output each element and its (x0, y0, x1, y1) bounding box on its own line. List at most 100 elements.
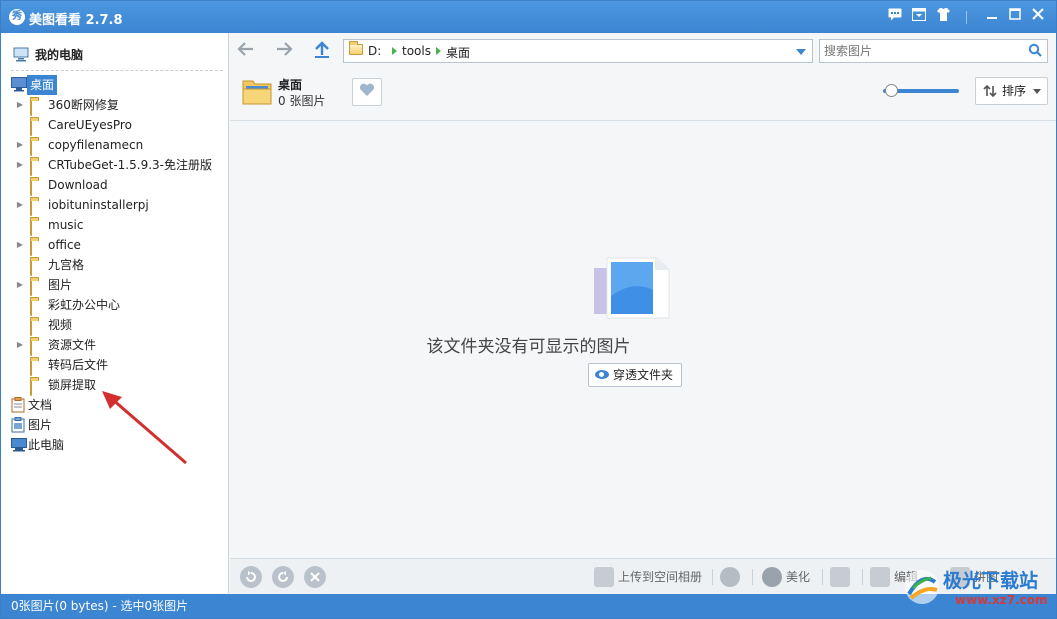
pictures-icon (11, 417, 27, 433)
feedback-icon[interactable] (910, 8, 928, 26)
address-segment[interactable]: tools (402, 44, 431, 58)
expand-arrow-icon[interactable]: ▶ (15, 195, 25, 215)
sort-label: 排序 (1002, 84, 1027, 98)
tree-item-download[interactable]: Download (1, 175, 229, 196)
beautify-icon (762, 567, 782, 587)
rotate-right-icon (278, 571, 288, 582)
search-icon[interactable] (1028, 43, 1042, 57)
watermark-url: www.xz7.com (955, 593, 1048, 607)
folder-icon (30, 258, 46, 276)
rotate-left-icon (246, 571, 256, 582)
title-bar: 秀 美图看看 2.7.8 (1, 1, 1056, 33)
tree-item-pictures-folder[interactable]: ▶ 图片 (1, 275, 229, 296)
tree-item-label: office (48, 238, 81, 252)
back-button[interactable] (234, 39, 258, 63)
expand-arrow-icon[interactable]: ▶ (15, 335, 25, 355)
folder-sidebar: 我的电脑 桌面 ▶ 360断网修复 CareUEyesPro ▶ copyfil… (1, 33, 229, 593)
tree-item-label: copyfilenamecn (48, 138, 144, 152)
folder-icon (30, 318, 46, 336)
folder-icon (30, 238, 46, 256)
zoom-slider[interactable] (883, 84, 959, 97)
expand-arrow-icon[interactable]: ▶ (15, 275, 25, 295)
delete-icon (310, 572, 320, 582)
image-grid-area[interactable]: 该文件夹没有可显示的图片 穿透文件夹 (230, 122, 1056, 558)
heart-icon (359, 83, 375, 96)
image-count: 0 张图片 (278, 94, 326, 108)
address-separator-icon[interactable] (436, 47, 441, 55)
upload-icon (594, 567, 614, 587)
action-separator (752, 569, 753, 585)
tree-item-iobit[interactable]: ▶ iobituninstallerpj (1, 195, 229, 216)
tree-item-crtubeget[interactable]: ▶ CRTubeGet-1.5.9.3-免注册版 (1, 155, 229, 176)
tree-item-jiugongge[interactable]: 九宫格 (1, 255, 229, 276)
annotation-arrow (102, 391, 187, 465)
tree-item-360[interactable]: ▶ 360断网修复 (1, 95, 229, 116)
chat-icon[interactable] (886, 8, 904, 26)
address-bar[interactable]: D: tools 桌面 (343, 39, 813, 63)
sidebar-title: 我的电脑 (35, 48, 84, 62)
tree-item-label: 文档 (28, 398, 53, 412)
delete-button[interactable] (304, 566, 326, 588)
maximize-icon[interactable] (1006, 8, 1024, 26)
tree-item-careueyes[interactable]: CareUEyesPro (1, 115, 229, 136)
zoom-slider-handle[interactable] (885, 84, 898, 97)
empty-message: 该文件夹没有可显示的图片 (426, 337, 631, 357)
tree-item-label: 资源文件 (48, 338, 97, 352)
tree-item-caihong[interactable]: 彩虹办公中心 (1, 295, 229, 316)
tree-item-label: 视频 (48, 318, 73, 332)
address-segment[interactable]: 桌面 (446, 44, 470, 61)
forward-button[interactable] (272, 39, 296, 63)
watermark-logo-icon (905, 570, 939, 604)
folder-icon (30, 198, 46, 216)
slideshow-button[interactable] (830, 567, 854, 587)
folder-icon (30, 278, 46, 296)
sidebar-header[interactable]: 我的电脑 (11, 43, 223, 71)
tree-item-copyfilename[interactable]: ▶ copyfilenamecn (1, 135, 229, 156)
sort-button[interactable]: 排序 (975, 77, 1048, 105)
tree-item-resources[interactable]: ▶ 资源文件 (1, 335, 229, 356)
favorite-button[interactable] (352, 78, 382, 106)
action-separator (712, 569, 713, 585)
address-drive[interactable]: D: (368, 44, 381, 58)
edit-icon (870, 567, 890, 587)
rotate-left-button[interactable] (240, 566, 262, 588)
action-separator (862, 569, 863, 585)
upload-button[interactable]: 上传到空间相册 (594, 567, 702, 587)
minimize-icon[interactable] (983, 8, 1001, 26)
beautify-label: 美化 (786, 570, 811, 584)
beautify-button[interactable]: 美化 (762, 567, 810, 587)
expand-arrow-icon[interactable]: ▶ (15, 155, 25, 175)
folder-icon (30, 358, 46, 376)
weibo-share-button[interactable] (720, 567, 744, 587)
app-window: 秀 美图看看 2.7.8 我的电脑 桌面 ▶ 360断网修复 CareUEyes… (0, 0, 1057, 619)
back-arrow-icon (237, 42, 253, 56)
tree-item-video[interactable]: 视频 (1, 315, 229, 336)
address-dropdown-icon[interactable] (796, 49, 806, 55)
folder-info-bar: 桌面 0 张图片 排序 (230, 69, 1056, 121)
search-box[interactable] (819, 39, 1048, 63)
expand-arrow-icon[interactable]: ▶ (15, 235, 25, 255)
address-separator-icon[interactable] (392, 47, 397, 55)
tree-item-music[interactable]: music (1, 215, 229, 236)
pierce-folder-button[interactable]: 穿透文件夹 (588, 363, 682, 387)
pierce-folder-label: 穿透文件夹 (613, 368, 674, 382)
tree-item-label: iobituninstallerpj (48, 198, 149, 212)
folder-icon (30, 158, 46, 176)
up-button[interactable] (310, 39, 334, 63)
folder-icon (30, 98, 46, 116)
close-icon[interactable] (1029, 8, 1047, 26)
tree-item-office[interactable]: ▶ office (1, 235, 229, 256)
action-separator (822, 569, 823, 585)
expand-arrow-icon[interactable]: ▶ (15, 135, 25, 155)
tree-item-label: CareUEyesPro (48, 118, 132, 132)
tree-item-label: 锁屏提取 (48, 378, 97, 392)
expand-arrow-icon[interactable]: ▶ (15, 95, 25, 115)
weibo-icon (720, 567, 740, 587)
skin-icon[interactable] (934, 8, 952, 26)
tree-item-label: Download (48, 178, 108, 192)
search-input[interactable] (824, 42, 1014, 60)
drive-folder-icon (349, 41, 363, 56)
tree-item-desktop[interactable]: 桌面 (1, 75, 229, 95)
rotate-right-button[interactable] (272, 566, 294, 588)
tree-item-transcoded[interactable]: 转码后文件 (1, 355, 229, 376)
